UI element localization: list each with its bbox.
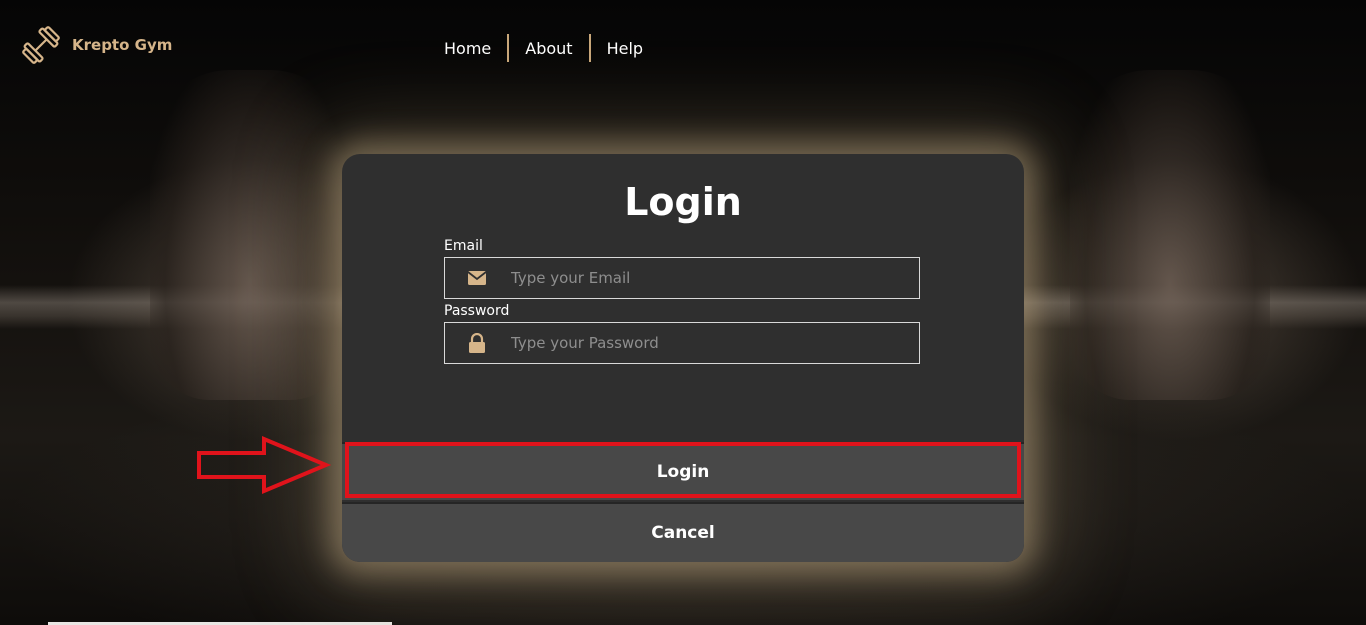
envelope-icon — [445, 270, 509, 286]
login-title: Login — [624, 180, 742, 224]
lock-icon — [445, 333, 509, 353]
email-field-container — [444, 257, 920, 299]
right-hand-image — [1070, 70, 1270, 400]
pointer-arrow-icon — [197, 436, 332, 494]
nav-home[interactable]: Home — [428, 39, 507, 58]
left-hand-image — [150, 70, 350, 400]
email-input[interactable] — [509, 268, 919, 288]
brand-name: Krepto Gym — [72, 36, 173, 54]
email-label: Email — [444, 238, 483, 254]
password-label: Password — [444, 303, 510, 319]
password-field-container — [444, 322, 920, 364]
nav-help[interactable]: Help — [591, 39, 659, 58]
login-panel: Login Email Password Login Cancel — [342, 154, 1024, 562]
main-nav: Home About Help — [428, 34, 659, 62]
cancel-button[interactable]: Cancel — [342, 502, 1024, 562]
dumbbell-icon — [22, 26, 60, 64]
brand-logo[interactable]: Krepto Gym — [20, 24, 172, 66]
nav-about[interactable]: About — [509, 39, 588, 58]
password-input[interactable] — [509, 333, 919, 353]
login-button[interactable]: Login — [342, 442, 1024, 500]
